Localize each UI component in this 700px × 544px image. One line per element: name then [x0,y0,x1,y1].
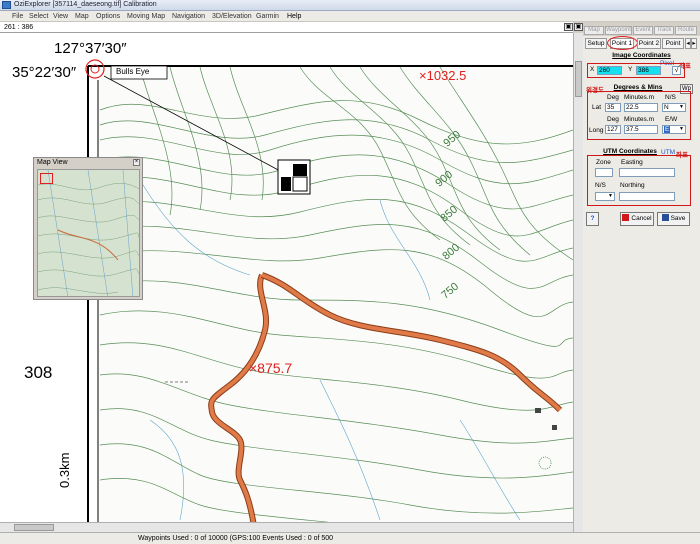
cancel-icon [622,214,630,221]
minimize-pane-icon[interactable]: ▣ [564,23,573,31]
y-input[interactable]: 386 [636,66,661,75]
tab-scroll-right-icon[interactable]: ▸ [691,38,697,49]
zone-label: Zone [596,159,611,166]
utm-ns-select[interactable]: ▼ [595,192,615,201]
chevron-down-icon: ▼ [679,104,684,110]
menu-select[interactable]: Select [29,13,48,20]
degrees-heading: Degrees & Mins [613,84,663,91]
save-icon [661,214,669,221]
map-view-title: Map View [37,159,68,166]
tab-point-3[interactable]: Point [662,38,684,49]
window-title: OziExplorer [357114_daeseong.tif] Calibr… [14,1,157,8]
tab-point-2[interactable]: Point 2 [637,38,661,49]
map-view-window[interactable]: Map View × [33,157,143,300]
point1-highlight-oval [607,36,638,50]
image-coords-checkbox[interactable]: √ [672,66,681,75]
tab-map[interactable]: Map [584,26,604,35]
northing-label: Northing [620,182,645,189]
x-label: X [590,66,595,73]
menu-navigation[interactable]: Navigation [172,13,205,20]
calibration-panel: Setup Point 1 Point 2 Point ◂ ▸ Image Co… [583,36,700,532]
vertical-scrollbar[interactable] [573,33,583,532]
lat-ns-value: N [664,104,669,111]
map-lat-label: 127°37′30″ [54,40,127,57]
menu-3d-elevation[interactable]: 3D/Elevation [212,13,252,20]
menu-garmin[interactable]: Garmin [256,13,279,20]
status-bar: Waypoints Used : 0 of 10000 (GPS:100 Eve… [0,532,700,544]
bulls-eye-label: Bulls Eye [116,67,150,76]
long-ew-select[interactable]: E ▼ [662,125,686,134]
app-icon [2,1,11,9]
long-label: Long [589,127,604,134]
chevron-down-icon: ▼ [608,193,613,199]
horizontal-scrollbar[interactable] [0,522,573,532]
grid-number-308: 308 [24,363,53,382]
save-label: Save [670,215,686,222]
easting-input[interactable] [619,168,675,177]
tab-setup[interactable]: Setup [585,38,607,49]
menu-help[interactable]: Help [287,13,301,20]
lat-min-header: Minutes.m [624,94,654,101]
x-input[interactable]: 260 [597,66,622,75]
coordinate-bar: 261 : 386 [0,22,573,33]
horizontal-scroll-thumb[interactable] [14,524,54,531]
easting-label: Easting [621,159,643,166]
menu-file[interactable]: File [12,13,23,20]
help-button[interactable]: ? [586,212,599,226]
menu-options[interactable]: Options [96,13,120,20]
map-lon-label: 35°22′30″ [12,64,77,81]
menu-view[interactable]: View [53,13,68,20]
map-view-thumbnail[interactable] [37,169,140,297]
vertical-scroll-thumb[interactable] [575,61,582,97]
y-label: Y [628,66,633,73]
chevron-down-icon: ▼ [679,126,684,132]
lat-ns-select[interactable]: N ▼ [662,103,686,112]
menu-bar: File Select View Map Options Moving Map … [0,11,700,22]
long-ew-header: E/W [665,116,678,123]
lat-label: Lat [592,104,602,111]
maximize-pane-icon[interactable]: ▣ [574,23,583,31]
tab-event[interactable]: Event [633,26,653,35]
title-bar: OziExplorer [357114_daeseong.tif] Calibr… [0,0,700,11]
menu-moving-map[interactable]: Moving Map [127,13,165,20]
long-ew-value: E [664,126,671,133]
long-min-input[interactable]: 37.5 [624,125,658,134]
zone-input[interactable] [595,168,613,177]
northing-input[interactable] [619,192,675,201]
elevation-875: ×875.7 [249,360,293,376]
scale-label: 0.3km [57,452,72,488]
utm-ns-label: N/S [595,182,606,189]
cancel-label: Cancel [631,215,652,222]
tab-track[interactable]: Track [654,26,674,35]
image-coordinates-heading: Image Coordinates [612,52,671,59]
long-deg-header: Deg [607,116,619,123]
lat-deg-header: Deg [607,94,619,101]
object-tabs: Map Waypoint Event Track Route [583,26,700,36]
lat-deg-input[interactable]: 35 [605,103,621,112]
save-button[interactable]: Save [657,212,690,226]
elevation-1032: ×1032.5 [419,68,467,83]
status-text: Waypoints Used : 0 of 10000 (GPS:100 Eve… [138,535,334,542]
menu-map[interactable]: Map [75,13,89,20]
cursor-coordinates: 261 : 386 [4,24,34,31]
tab-route[interactable]: Route [675,26,697,35]
long-min-header: Minutes.m [624,116,654,123]
utm-heading: UTM Coordinates [603,148,657,155]
long-deg-input[interactable]: 127 [605,125,621,134]
map-view-close-icon[interactable]: × [133,159,140,166]
tab-waypoint[interactable]: Waypoint [605,26,632,35]
lat-min-input[interactable]: 22.5 [624,103,658,112]
cancel-button[interactable]: Cancel [620,212,654,226]
lat-ns-header: N/S [665,94,676,101]
map-view-viewport-marker[interactable] [40,173,53,184]
